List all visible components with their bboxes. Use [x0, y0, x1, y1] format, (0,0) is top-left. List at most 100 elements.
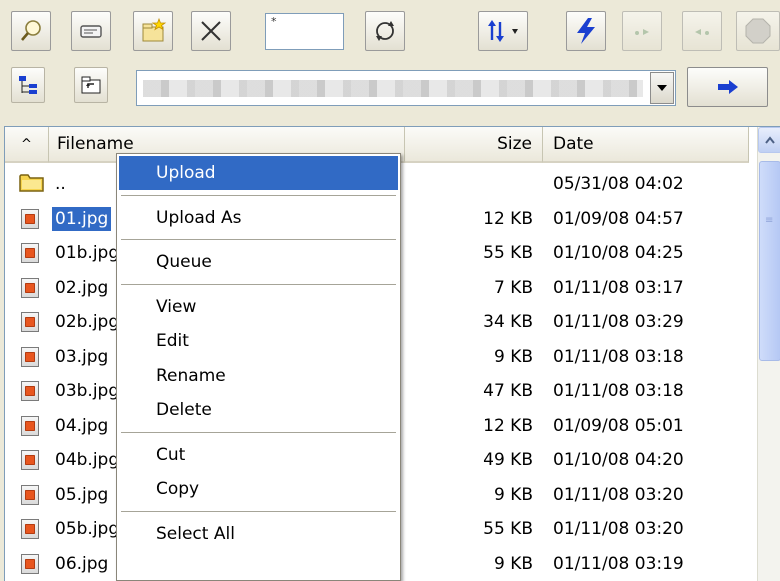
file-size: 47 KB	[483, 381, 533, 401]
file-date: 01/10/08 04:20	[553, 450, 684, 470]
file-date: 01/11/08 03:20	[553, 484, 684, 505]
file-name: 04b.jpg	[55, 450, 120, 470]
file-name: 06.jpg	[55, 553, 109, 574]
find-button[interactable]	[11, 11, 51, 51]
refresh-icon	[376, 21, 394, 41]
image-file-icon	[21, 553, 39, 574]
file-size: 49 KB	[483, 450, 533, 470]
menu-separator	[121, 431, 396, 433]
date-column-header[interactable]: Date	[543, 127, 749, 163]
file-name: ..	[55, 174, 66, 194]
file-size: 9 KB	[493, 346, 533, 367]
menu-item-cut[interactable]: Cut	[119, 438, 398, 472]
stop-button[interactable]	[736, 11, 780, 51]
file-date: 01/11/08 03:17	[553, 277, 684, 298]
go-button[interactable]	[687, 67, 768, 107]
menu-item-upload[interactable]: Upload	[119, 156, 398, 190]
image-file-icon	[21, 208, 39, 229]
lightning-icon	[577, 18, 595, 44]
new-folder-button[interactable]	[133, 11, 173, 51]
new-folder-icon	[142, 17, 167, 42]
up-folder-icon	[81, 76, 101, 94]
up-folder-button[interactable]	[74, 67, 108, 103]
file-date: 05/31/08 04:02	[553, 174, 684, 194]
menu-separator	[121, 239, 396, 240]
sort-column-header[interactable]: ^	[5, 127, 49, 163]
image-file-icon	[21, 484, 39, 505]
sort-button[interactable]	[478, 11, 528, 51]
filter-input[interactable]: *	[265, 13, 344, 50]
chevron-up-icon	[765, 136, 775, 144]
x-icon	[201, 21, 221, 41]
file-date: 01/09/08 05:01	[553, 415, 684, 436]
image-file-icon	[21, 381, 39, 401]
drive-button[interactable]	[71, 11, 111, 51]
transfer-icon	[695, 29, 709, 35]
menu-item-view[interactable]: View	[119, 290, 398, 324]
file-name: 03b.jpg	[55, 381, 120, 401]
image-file-icon	[21, 450, 39, 470]
image-file-icon	[21, 415, 39, 436]
file-date: 01/11/08 03:29	[553, 312, 684, 332]
path-dropdown-button[interactable]	[650, 72, 674, 104]
menu-item-copy[interactable]: Copy	[119, 472, 398, 506]
file-name: 02.jpg	[55, 277, 109, 298]
vertical-scrollbar[interactable]: ≡	[757, 127, 780, 581]
menu-item-rename[interactable]: Rename	[119, 359, 398, 393]
menu-separator	[121, 194, 396, 196]
transfer-icon	[635, 29, 649, 35]
chevron-down-icon	[657, 85, 667, 91]
drive-icon	[80, 25, 102, 38]
path-text-redacted	[143, 80, 643, 97]
file-size: 12 KB	[483, 208, 533, 229]
file-size: 7 KB	[493, 277, 533, 298]
connect-button[interactable]	[566, 11, 606, 51]
file-size: 12 KB	[483, 415, 533, 436]
menu-item-delete[interactable]: Delete	[119, 393, 398, 427]
file-name: 05.jpg	[55, 484, 109, 505]
file-date: 01/11/08 03:20	[553, 519, 684, 539]
image-file-icon	[21, 243, 39, 263]
stop-icon	[745, 18, 771, 44]
file-name: 01b.jpg	[55, 243, 120, 263]
refresh-button[interactable]	[365, 11, 405, 51]
menu-item-upload-as[interactable]: Upload As	[119, 201, 398, 235]
file-name: 04.jpg	[55, 415, 109, 436]
file-date: 01/11/08 03:18	[553, 346, 684, 367]
image-file-icon	[21, 519, 39, 539]
tree-button[interactable]	[11, 67, 45, 103]
file-name: 03.jpg	[55, 346, 109, 367]
size-column-header[interactable]: Size	[405, 127, 543, 163]
file-size: 9 KB	[493, 553, 533, 574]
main-toolbar: *	[0, 0, 780, 60]
menu-item-edit[interactable]: Edit	[119, 324, 398, 358]
tree-icon	[19, 76, 37, 94]
file-size: 55 KB	[483, 243, 533, 263]
image-file-icon	[21, 312, 39, 332]
file-name: 01.jpg	[52, 206, 112, 231]
file-name: 02b.jpg	[55, 312, 120, 332]
scroll-up-button[interactable]	[758, 127, 780, 153]
image-file-icon	[21, 277, 39, 298]
menu-item-select-all[interactable]: Select All	[119, 517, 398, 551]
file-date: 01/11/08 03:19	[553, 553, 684, 574]
scroll-thumb[interactable]	[759, 161, 780, 361]
right-arrow-icon	[717, 80, 738, 94]
context-menu: Upload Upload As Queue View Edit Rename Delete…	[116, 153, 401, 581]
folder-icon	[19, 171, 45, 193]
image-file-icon	[21, 346, 39, 367]
file-name: 05b.jpg	[55, 519, 120, 539]
file-date: 01/10/08 04:25	[553, 243, 684, 263]
file-size: 9 KB	[493, 484, 533, 505]
file-date: 01/11/08 03:18	[553, 381, 684, 401]
transfer-right-button[interactable]	[682, 11, 722, 51]
magnifier-icon	[21, 20, 41, 41]
file-size: 34 KB	[483, 312, 533, 332]
sort-arrows-icon	[488, 20, 518, 42]
file-date: 01/09/08 04:57	[553, 208, 684, 229]
path-combo[interactable]	[136, 70, 676, 106]
file-size: 55 KB	[483, 519, 533, 539]
transfer-left-button[interactable]	[622, 11, 662, 51]
delete-button[interactable]	[191, 11, 231, 51]
menu-item-queue[interactable]: Queue	[119, 245, 398, 279]
